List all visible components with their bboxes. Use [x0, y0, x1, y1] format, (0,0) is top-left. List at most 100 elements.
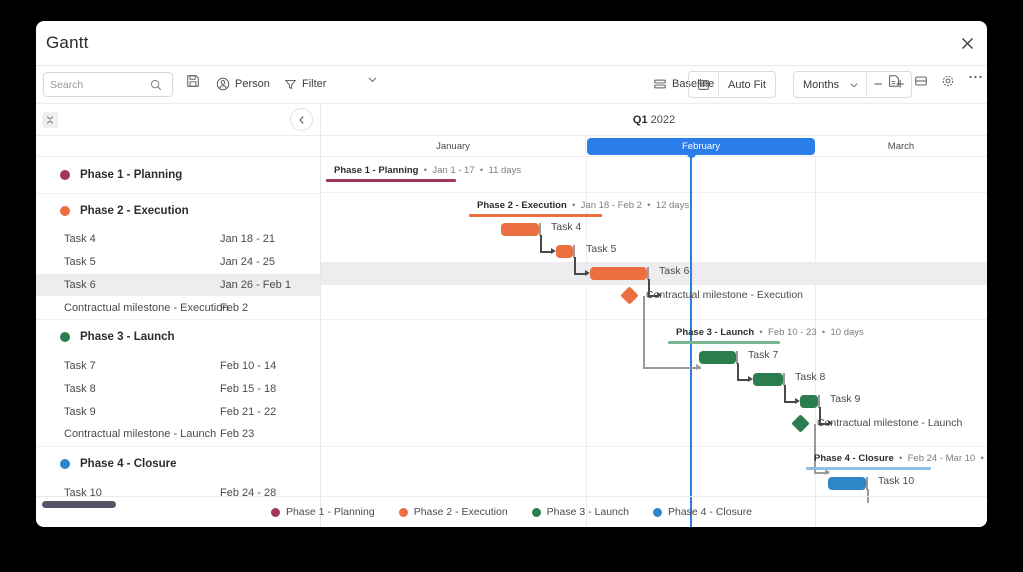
task-row[interactable]: Task 4 Jan 18 - 21 [36, 228, 320, 251]
task-dates: Feb 15 - 18 [220, 382, 277, 395]
toolbar: Person Filter Baseline [36, 66, 987, 104]
chevron-left-icon[interactable] [290, 108, 313, 131]
milestone-diamond[interactable] [620, 286, 639, 305]
timeline-month-header: January February March [321, 136, 987, 157]
month-column-january[interactable]: January [321, 136, 586, 157]
task-bar-label: Task 5 [586, 243, 617, 255]
calendar-icon[interactable] [689, 72, 719, 97]
task-row-group[interactable]: Phase 3 - Launch [36, 319, 320, 355]
task-bar[interactable] [753, 373, 783, 386]
autofit-group: Auto Fit [688, 71, 776, 98]
search-icon [150, 79, 162, 91]
legend: Phase 1 - Planning Phase 2 - Execution P… [36, 496, 987, 527]
task-bar[interactable] [800, 395, 818, 408]
task-name: Task 4 [64, 233, 96, 246]
filter-icon [284, 78, 297, 91]
dependency-link [784, 385, 786, 402]
person-button[interactable]: Person [216, 73, 270, 95]
summary-label: Phase 1 - Planning • Jan 1 - 17 • 11 day… [334, 165, 521, 176]
task-name: Contractual milestone - Launch [64, 428, 217, 441]
task-row[interactable]: Task 7 Feb 10 - 14 [36, 355, 320, 378]
task-row[interactable]: Task 8 Feb 15 - 18 [36, 377, 320, 400]
legend-item[interactable]: Phase 3 - Launch [531, 506, 629, 518]
task-row-group[interactable]: Phase 4 - Closure [36, 445, 320, 482]
legend-color-dot [398, 507, 408, 517]
split-view-icon[interactable] [914, 74, 928, 88]
summary-bar-phase1[interactable] [326, 179, 456, 182]
task-dates: Feb 10 - 14 [220, 360, 277, 373]
summary-bar-phase4[interactable] [806, 467, 931, 470]
collapse-all-icon[interactable] [42, 112, 58, 128]
filter-button[interactable]: Filter [284, 73, 326, 95]
export-icon[interactable] [887, 74, 901, 88]
chevron-down-icon[interactable] [367, 74, 378, 85]
summary-name: Phase 1 - Planning [334, 165, 419, 176]
task-row[interactable]: Task 5 Jan 24 - 25 [36, 251, 320, 274]
search-box[interactable] [43, 72, 173, 97]
dependency-link [574, 257, 576, 274]
grid-line [321, 319, 987, 320]
task-row-group[interactable]: Phase 2 - Execution [36, 192, 320, 229]
gantt-window: Gantt Person [36, 21, 987, 527]
summary-dates: Feb 10 - 23 [768, 327, 817, 338]
window-title-bar: Gantt [36, 21, 987, 66]
task-dates: Feb 2 [220, 301, 249, 314]
task-name: Task 8 [64, 382, 96, 395]
phase-color-dot [60, 205, 70, 216]
dependency-link [643, 296, 645, 368]
task-row-group[interactable]: Phase 1 - Planning [36, 157, 320, 193]
gantt-body: Phase 1 - Planning Phase 2 - Execution T… [36, 104, 987, 527]
milestone-row[interactable]: Contractual milestone - Launch Feb 23 [36, 423, 320, 446]
task-name: Task 6 [64, 278, 96, 291]
summary-bar-phase2[interactable] [469, 214, 602, 217]
legend-color-dot [270, 507, 280, 517]
task-bar[interactable] [828, 477, 866, 490]
legend-item[interactable]: Phase 1 - Planning [270, 506, 375, 518]
task-bar-label: Task 10 [878, 475, 915, 487]
dependency-link [643, 367, 701, 369]
milestone-row[interactable]: Contractual milestone - Execution Feb 2 [36, 296, 320, 319]
task-bar[interactable] [501, 223, 539, 236]
dependency-link [814, 424, 816, 473]
summary-label: Phase 4 - Closure • Feb 24 - Mar 10 • 11… [814, 453, 987, 464]
task-list-header [36, 104, 320, 136]
summary-sep: • [421, 165, 430, 176]
task-bar[interactable] [590, 267, 647, 280]
more-options-icon[interactable] [968, 74, 983, 80]
search-input[interactable] [50, 78, 150, 91]
autofit-button[interactable]: Auto Fit [719, 79, 775, 91]
legend-item[interactable]: Phase 2 - Execution [398, 506, 508, 518]
zoom-unit-select[interactable]: Months [794, 72, 868, 97]
grid-line [321, 446, 987, 447]
task-bar[interactable] [699, 351, 736, 364]
summary-label: Phase 3 - Launch • Feb 10 - 23 • 10 days [676, 327, 864, 338]
task-row[interactable]: Task 6 Jan 26 - Feb 1 [36, 273, 320, 297]
summary-days: 10 days [830, 327, 864, 338]
close-icon[interactable] [955, 31, 979, 55]
legend-item[interactable]: Phase 4 - Closure [652, 506, 753, 518]
task-name: Contractual milestone - Execution [64, 301, 229, 314]
task-bar-label: Task 4 [551, 221, 582, 233]
person-label: Person [235, 78, 270, 90]
person-icon [216, 77, 230, 91]
screen: Gantt Person [0, 0, 1023, 572]
legend-label: Phase 3 - Launch [546, 506, 629, 518]
timeline-quarter-header: Q1 2022 [321, 104, 987, 136]
milestone-diamond[interactable] [791, 414, 810, 433]
month-column-march[interactable]: March [816, 136, 986, 157]
gear-icon[interactable] [941, 74, 955, 88]
summary-bar-phase3[interactable] [668, 341, 780, 344]
summary-sep: • [896, 453, 905, 464]
task-bar-label: Task 9 [830, 393, 861, 405]
legend-label: Phase 4 - Closure [667, 506, 753, 518]
task-bar[interactable] [556, 245, 573, 258]
phase-color-dot [60, 459, 70, 470]
legend-label: Phase 1 - Planning [285, 506, 375, 518]
month-column-february[interactable]: February [587, 138, 815, 155]
summary-days: 12 days [655, 200, 690, 211]
summary-sep: • [819, 327, 828, 338]
save-icon[interactable] [186, 74, 200, 88]
zoom-out-button[interactable]: − [867, 72, 889, 97]
timeline-grid: Phase 1 - Planning • Jan 1 - 17 • 11 day… [321, 149, 987, 527]
task-row[interactable]: Task 9 Feb 21 - 22 [36, 400, 320, 423]
